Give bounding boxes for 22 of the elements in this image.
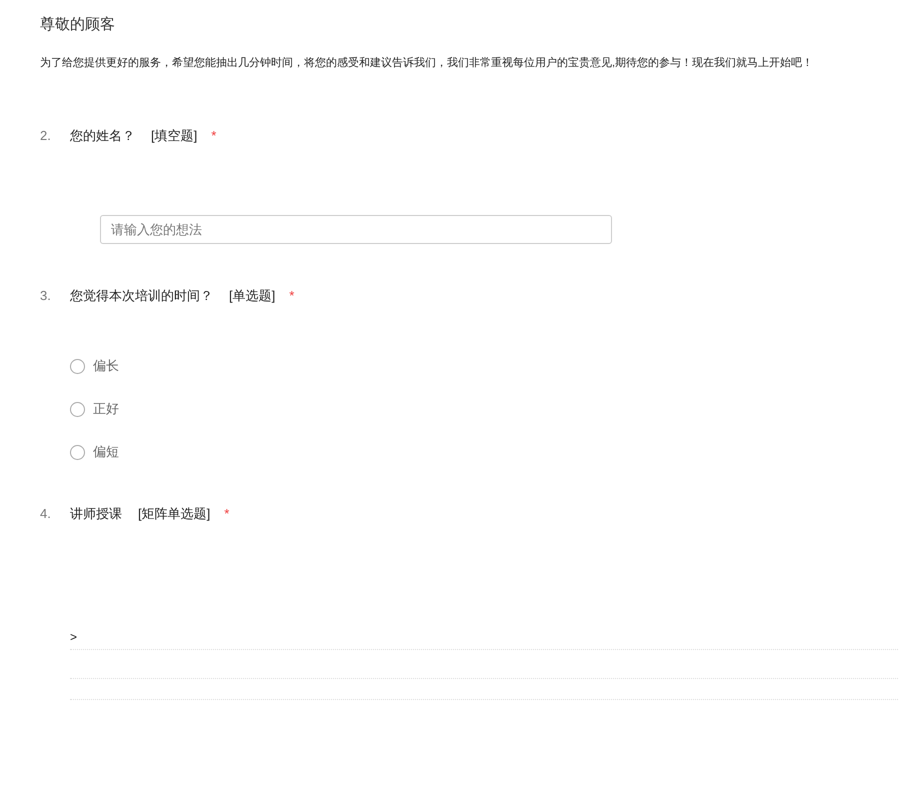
- question-text: 讲师授课: [70, 505, 122, 523]
- question-number: 2.: [40, 127, 52, 145]
- question-text: 您的姓名？: [70, 127, 135, 145]
- question-type: [填空题]: [151, 127, 198, 145]
- intro-text: 为了给您提供更好的服务，希望您能抽出几分钟时间，将您的感受和建议告诉我们，我们非常重视每位用户的宝贵意见,期待您的参与！现在我们就马上开始吧！: [40, 56, 814, 71]
- radio-button[interactable]: [70, 402, 85, 416]
- radio-button[interactable]: [70, 444, 85, 460]
- survey-title: 尊敬的顾客: [40, 15, 116, 35]
- option-label: 正好: [93, 400, 119, 418]
- option-label: 偏短: [93, 443, 119, 462]
- required-mark: *: [289, 287, 294, 305]
- option-label: 偏长: [93, 357, 119, 376]
- radio-button[interactable]: [70, 358, 85, 374]
- question-number: 4.: [40, 505, 52, 523]
- input-field[interactable]: 请输入您的想法: [100, 215, 612, 244]
- question-number: 3.: [40, 287, 52, 305]
- question-type: [单选题]: [229, 287, 276, 305]
- question-type: [矩阵单选题]: [138, 505, 210, 523]
- question-text: 您觉得本次培训的时间？: [70, 287, 213, 305]
- required-mark: *: [224, 505, 230, 523]
- row-label: >: [70, 629, 78, 646]
- required-mark: *: [211, 127, 216, 145]
